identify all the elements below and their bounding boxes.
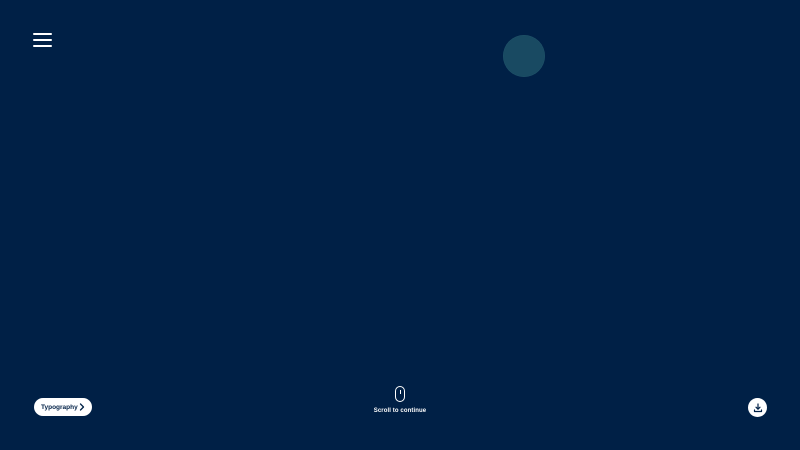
- menu-line: [33, 39, 52, 41]
- menu-line: [33, 45, 52, 47]
- typography-label: Typography: [41, 403, 78, 411]
- mouse-icon: [395, 386, 405, 402]
- scroll-indicator: Scroll to continue: [350, 386, 450, 418]
- hamburger-icon[interactable]: [33, 33, 52, 47]
- chevron-right-icon: [79, 403, 85, 411]
- menu-line: [33, 33, 52, 35]
- download-icon: [753, 402, 762, 412]
- download-button[interactable]: [748, 398, 767, 417]
- scroll-label: Scroll to continue: [373, 408, 427, 414]
- typography-button[interactable]: Typography: [34, 398, 92, 416]
- decorative-circle: [503, 35, 545, 77]
- page-stage: Scroll to continue Typography: [0, 0, 800, 450]
